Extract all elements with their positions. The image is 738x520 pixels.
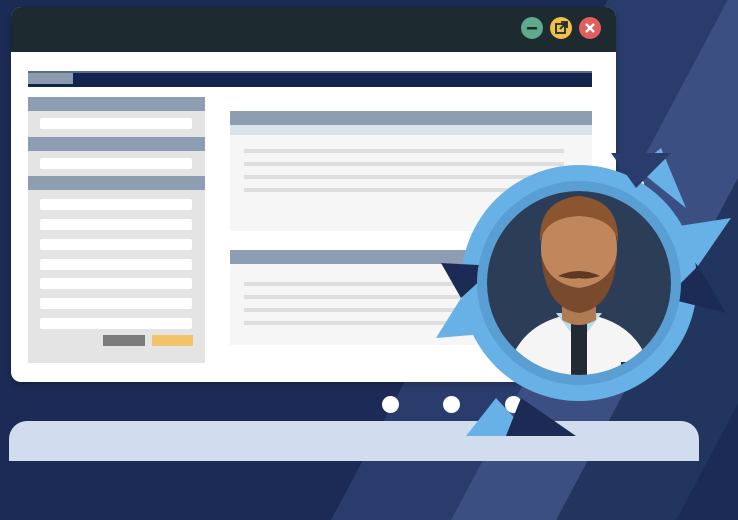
header-rule — [28, 71, 592, 73]
sync-avatar-illustration — [436, 148, 736, 436]
text-field[interactable] — [40, 259, 192, 270]
text-field[interactable] — [40, 278, 192, 289]
cancel-button[interactable] — [103, 335, 145, 346]
panel-subheader — [230, 125, 592, 135]
close-button[interactable] — [579, 17, 601, 39]
popout-button[interactable] — [550, 17, 572, 39]
window-titlebar — [11, 7, 616, 52]
text-field[interactable] — [40, 318, 192, 329]
minus-icon — [527, 27, 537, 30]
text-field[interactable] — [40, 118, 192, 129]
text-field[interactable] — [40, 239, 192, 250]
carousel-dot[interactable] — [382, 396, 399, 413]
sync-arrows-icon — [436, 148, 731, 436]
section-header — [28, 137, 205, 151]
text-field[interactable] — [40, 298, 192, 309]
section-header — [28, 97, 205, 111]
page-header-bar — [28, 71, 592, 87]
form-sidebar — [28, 97, 205, 363]
external-link-icon — [555, 21, 568, 34]
text-field[interactable] — [40, 219, 192, 230]
minimize-button[interactable] — [521, 17, 543, 39]
text-field[interactable] — [40, 158, 192, 169]
close-icon — [585, 23, 595, 33]
text-field[interactable] — [40, 199, 192, 210]
panel-header — [230, 111, 592, 125]
header-logo-placeholder — [28, 73, 73, 84]
section-header — [28, 176, 205, 190]
submit-button[interactable] — [152, 335, 193, 346]
